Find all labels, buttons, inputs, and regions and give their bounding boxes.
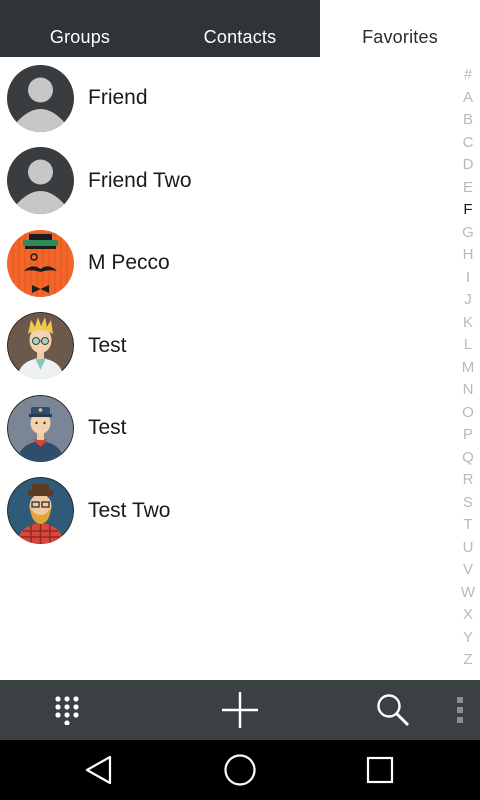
index-letter[interactable]: K [456,312,480,335]
index-letter[interactable]: G [456,222,480,245]
index-letter[interactable]: Z [456,649,480,672]
index-letter[interactable]: M [456,357,480,380]
system-nav-bar [0,740,480,800]
overflow-menu-icon [457,697,463,723]
alphabet-index[interactable]: # A B C D E F G H I J K L M N O P Q R S T U V W X Y Z [456,64,480,672]
index-letter[interactable]: L [456,334,480,357]
index-letter[interactable]: W [456,582,480,605]
tab-groups[interactable]: Groups [0,0,160,57]
back-button[interactable] [58,740,138,800]
index-letter[interactable]: Q [456,447,480,470]
cap-neckerchief-avatar [7,394,74,462]
contact-row[interactable]: M Pecco [0,222,458,305]
dialpad-button[interactable] [40,680,94,740]
index-letter[interactable]: O [456,402,480,425]
overflow-menu-button[interactable] [448,680,472,740]
index-letter[interactable]: N [456,379,480,402]
contact-name: Test [88,416,127,440]
tab-groups-label: Groups [49,27,111,47]
contact-list: Friend Friend Two M Pecco Test Test Test… [0,57,458,552]
tab-contacts-label: Contacts [203,27,277,47]
tab-favorites[interactable]: Favorites [320,0,480,57]
index-letter[interactable]: P [456,424,480,447]
index-letter[interactable]: H [456,244,480,267]
contact-row[interactable]: Friend Two [0,140,458,223]
tab-favorites-label: Favorites [362,27,438,47]
contact-row[interactable]: Test Two [0,470,458,553]
default-person-avatar [7,147,74,215]
contact-row[interactable]: Friend [0,57,458,140]
home-button[interactable] [200,740,280,800]
contact-name: Friend Two [88,168,192,192]
contact-name: Friend [88,86,148,110]
index-letter[interactable]: A [456,87,480,110]
index-letter[interactable]: F [456,199,480,222]
home-icon [224,754,256,786]
contact-row[interactable]: Test [0,387,458,470]
index-letter[interactable]: T [456,514,480,537]
back-icon [85,755,112,785]
recents-icon [366,756,394,784]
search-button[interactable] [368,680,418,740]
index-letter[interactable]: I [456,267,480,290]
recents-button[interactable] [340,740,420,800]
index-letter[interactable]: C [456,132,480,155]
mustache-top-hat-avatar [7,229,74,297]
index-letter[interactable]: B [456,109,480,132]
tab-contacts[interactable]: Contacts [160,0,320,57]
add-contact-button[interactable] [210,680,270,740]
default-person-avatar [7,64,74,132]
index-letter[interactable]: D [456,154,480,177]
contact-name: Test [88,333,127,357]
index-letter[interactable]: V [456,559,480,582]
index-letter[interactable]: R [456,469,480,492]
blond-glasses-avatar [7,312,74,380]
contact-name: Test Two [88,498,171,522]
index-letter[interactable]: U [456,537,480,560]
index-letter[interactable]: Y [456,627,480,650]
contact-row[interactable]: Test [0,305,458,388]
contact-name: M Pecco [88,251,170,275]
search-icon [377,694,410,727]
bearded-glasses-avatar [7,477,74,545]
index-letter[interactable]: X [456,604,480,627]
index-letter[interactable]: E [456,177,480,200]
tab-bar: Groups Contacts Favorites [0,0,480,57]
add-icon [222,692,258,728]
index-letter[interactable]: S [456,492,480,515]
index-letter[interactable]: # [456,64,480,87]
dialpad-icon [55,696,79,725]
bottom-toolbar [0,680,480,740]
index-letter[interactable]: J [456,289,480,312]
